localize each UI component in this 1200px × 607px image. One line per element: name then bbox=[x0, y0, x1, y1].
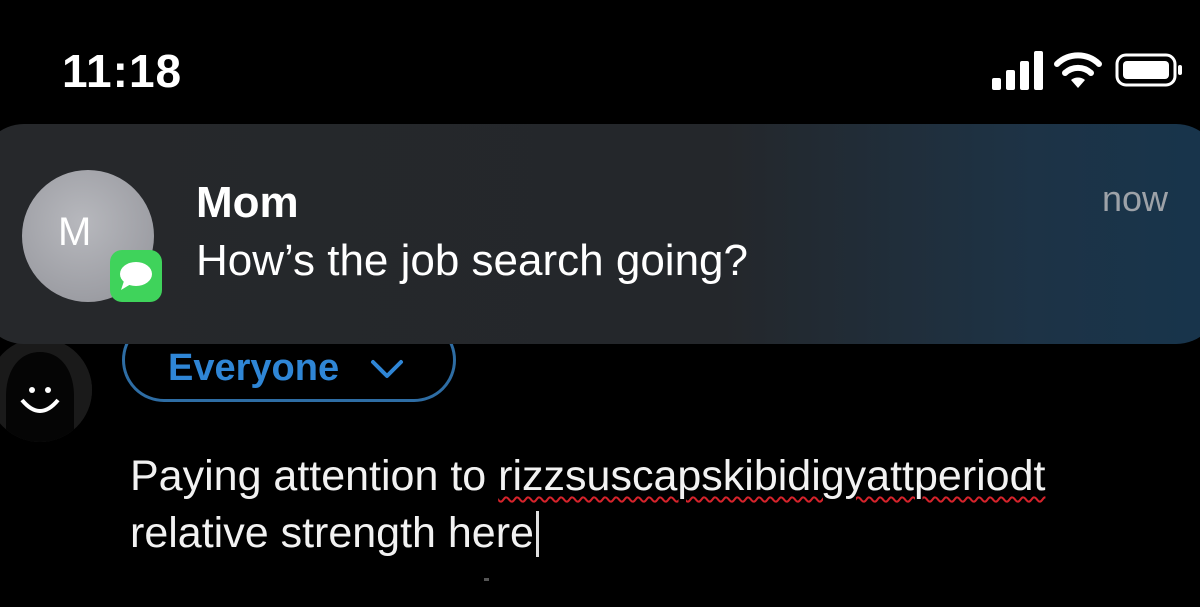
notification-time: now bbox=[1101, 178, 1168, 219]
divider-dot bbox=[484, 578, 489, 581]
cellular-signal-icon bbox=[992, 51, 1043, 90]
messages-app-icon bbox=[110, 250, 162, 302]
compose-text-field[interactable]: Paying attention to rizzsuscapskibidigya… bbox=[130, 448, 1190, 562]
status-time: 11:18 bbox=[62, 45, 183, 97]
compose-text-end: relative strength here bbox=[130, 509, 534, 557]
contact-avatar-initial: M bbox=[58, 210, 92, 254]
compose-text-start: Paying attention to bbox=[130, 452, 499, 500]
audience-label: Everyone bbox=[168, 347, 340, 389]
user-avatar[interactable] bbox=[0, 338, 92, 442]
hooded-figure-avatar-icon bbox=[0, 338, 92, 442]
wifi-icon bbox=[1054, 52, 1102, 88]
notification-sender: Mom bbox=[196, 178, 299, 227]
chevron-down-icon bbox=[371, 360, 403, 378]
battery-icon bbox=[1115, 53, 1182, 87]
misspelled-word[interactable]: rizzsuscapskibidigyattperiodt bbox=[498, 452, 1045, 500]
notification-message: How’s the job search going? bbox=[196, 236, 748, 285]
text-caret bbox=[535, 511, 539, 557]
notification-banner[interactable] bbox=[0, 124, 1200, 344]
